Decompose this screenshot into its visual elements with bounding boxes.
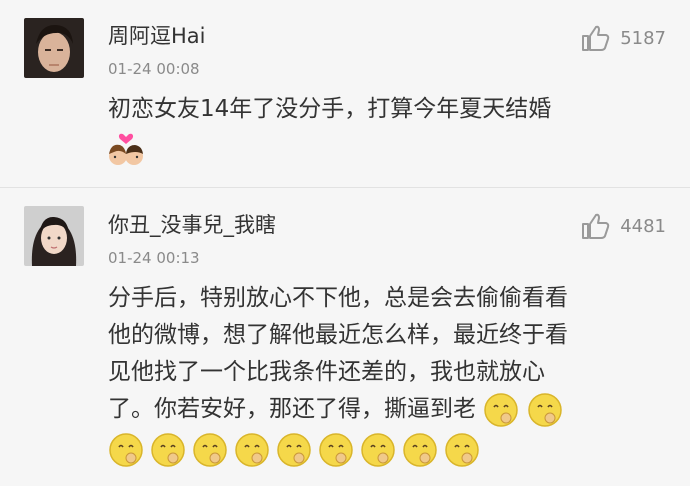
username[interactable]: 你丑_没事兒_我瞎 [108,209,276,239]
thumbs-up-icon [582,25,610,51]
username[interactable]: 周阿逗Hai [108,20,206,50]
comment-text-fragment: 了。你若安好，那还了得，撕逼到老 [108,396,476,422]
comment-item: 你丑_没事兒_我瞎 01-24 00:13 4481 分手后，特别放心不下他，总… [0,188,690,486]
couple-kiss-emoji [109,133,143,165]
emoji-row [108,432,668,468]
like-button[interactable]: 4481 [580,212,666,240]
comment-text-line: 分手后，特别放心不下他，总是会去偷偷看看 [108,285,568,311]
comment-item: 周阿逗Hai 01-24 00:08 5187 初恋女友14年了没分手，打算今年… [0,0,690,187]
clap-face-emoji [527,392,562,427]
clap-face-emoji [193,433,227,467]
like-button[interactable]: 5187 [580,24,666,52]
clap-face-emoji [361,433,395,467]
timestamp: 01-24 00:13 [108,249,200,267]
clap-face-emoji [403,433,437,467]
thumbs-up-icon [582,213,610,239]
comment-text: 初恋女友14年了没分手，打算今年夏天结婚 [108,91,668,168]
comment-text-line: 了。你若安好，那还了得，撕逼到老 [108,391,668,428]
like-count: 5187 [620,27,666,49]
comment-text-line: 见他找了一个比我条件还差的，我也就放心 [108,359,545,385]
comment-text: 分手后，特别放心不下他，总是会去偷偷看看 他的微博，想了解他最近怎么样，最近终于… [108,280,668,468]
comment-text-line: 他的微博，想了解他最近怎么样，最近终于看 [108,322,568,348]
avatar-photo [24,18,84,78]
emoji-row [108,132,668,168]
clap-face-emoji [277,433,311,467]
comment-text-line: 初恋女友14年了没分手，打算今年夏天结婚 [108,96,552,122]
clap-face-emoji [151,433,185,467]
avatar[interactable] [24,18,84,78]
clap-face-emoji [109,433,143,467]
clap-face-emoji [319,433,353,467]
clap-face-emoji [445,433,479,467]
timestamp: 01-24 00:08 [108,60,200,78]
clap-face-emoji [484,392,519,427]
like-count: 4481 [620,215,666,237]
clap-face-emoji [235,433,269,467]
avatar-photo [24,206,84,266]
avatar[interactable] [24,206,84,266]
